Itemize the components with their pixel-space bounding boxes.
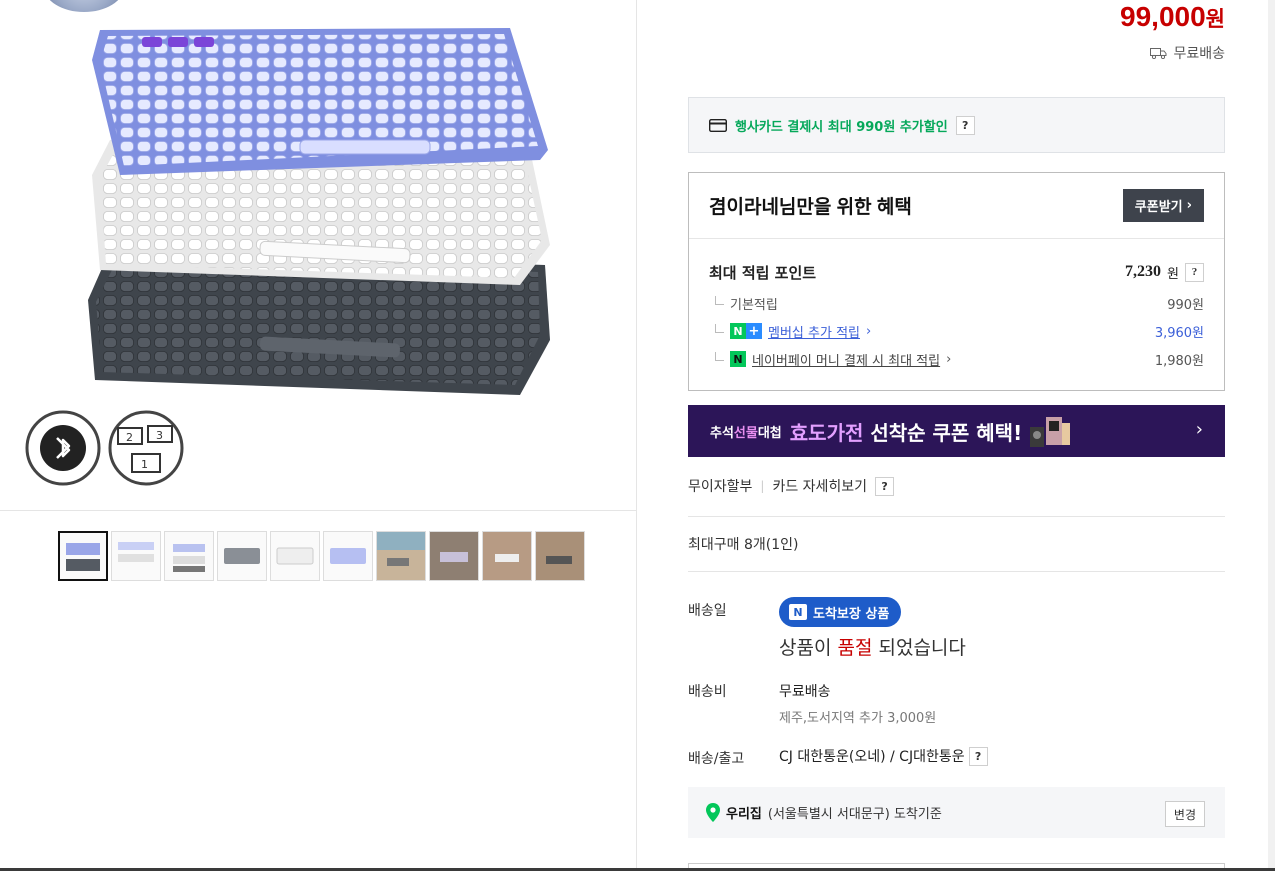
svg-text:2: 2 — [126, 431, 133, 444]
basic-points-value: 990원 — [1167, 297, 1204, 313]
carrier-label: 배송/출고 — [688, 751, 745, 767]
bluetooth-icon — [25, 410, 101, 486]
thumbnail-strip — [58, 531, 585, 581]
chevron-right-icon: › — [1186, 198, 1192, 213]
card-discount-box: 행사카드 결제시 최대 990원 추가할인 ? — [688, 97, 1225, 153]
scrollbar[interactable] — [1268, 0, 1275, 871]
svg-text:1: 1 — [141, 458, 148, 471]
banner-big-a: 효도가전 — [789, 420, 864, 445]
arrival-guarantee-badge[interactable]: N 도착보장 상품 — [779, 597, 902, 627]
divider: | — [760, 479, 765, 493]
thumbnail-2[interactable] — [111, 531, 161, 581]
max-points-label: 최대 적립 포인트 — [709, 263, 817, 282]
chevron-right-icon: › — [946, 351, 952, 367]
multi-device-icon: 2 3 1 — [108, 410, 184, 486]
benefit-title: 겸이라네님만을 위한 혜택 — [709, 197, 912, 218]
shipping-fee-label: 배송비 — [688, 684, 727, 700]
card-detail-link[interactable]: 카드 자세히보기 — [772, 476, 867, 496]
banner-small-a: 추석 — [710, 425, 734, 441]
naverpay-points-link[interactable]: 네이버페이 머니 결제 시 최대 적립 — [752, 350, 940, 369]
chevron-right-icon: › — [1195, 419, 1203, 440]
soldout-a: 상품이 — [779, 637, 838, 659]
thumbnail-1[interactable] — [58, 531, 108, 581]
tree-elbow — [715, 295, 724, 305]
price-number: 99,000 — [1120, 1, 1206, 32]
member-benefit-box: 겸이라네님만을 위한 혜택 쿠폰받기 › 최대 적립 포인트 7,230 원 ? … — [688, 172, 1225, 391]
credit-card-icon — [709, 118, 727, 132]
address-home: 우리집 — [726, 807, 762, 822]
naver-truck-icon: N — [789, 604, 807, 620]
membership-points-row: N + 멤버십 추가 적립 › 3,960원 — [689, 317, 1224, 345]
price: 99,000원 — [1120, 0, 1225, 34]
banner-big-b: 선착순 쿠폰 혜택! — [863, 420, 1023, 445]
banner-small-b: 선물 — [733, 425, 758, 441]
banner-small-text: 추석선물대첩 — [710, 422, 782, 441]
arrival-guarantee-text: 도착보장 상품 — [813, 606, 890, 622]
card-discount-text: 행사카드 결제시 최대 990원 추가할인 — [735, 119, 948, 135]
product-page: 2 3 1 99,000원 무료배송 행사카드 결제시 최대 990원 추가할인… — [0, 0, 1275, 871]
thumbnail-10[interactable] — [535, 531, 585, 581]
membership-points-link[interactable]: 멤버십 추가 적립 — [768, 322, 860, 341]
naver-pay-icon: N — [730, 351, 746, 367]
get-coupon-button[interactable]: 쿠폰받기 › — [1122, 189, 1204, 222]
soldout-b: 품절 — [837, 637, 873, 659]
keyboard-stack-image: 2 3 1 — [25, 28, 550, 486]
basic-points-row: 기본적립 990원 — [689, 289, 1224, 317]
tree-elbow — [715, 351, 724, 361]
thumbnail-3[interactable] — [164, 531, 214, 581]
price-unit: 원 — [1205, 8, 1225, 31]
free-shipping-label: 무료배송 — [1150, 43, 1225, 63]
thumbnail-4[interactable] — [217, 531, 267, 581]
carrier-help-button[interactable]: ? — [968, 746, 988, 766]
installment-label: 무이자할부 — [688, 479, 753, 495]
divider — [688, 571, 1225, 572]
naverpay-points-value: 1,980원 — [1154, 353, 1204, 369]
location-pin-icon — [706, 803, 720, 822]
main-product-image[interactable]: 2 3 1 — [0, 0, 636, 511]
promo-banner[interactable]: 추석선물대첩 효도가전 선착순 쿠폰 혜택! › — [688, 405, 1225, 457]
soldout-message: 상품이 품절 되었습니다 — [779, 633, 966, 660]
delivery-address-box: 우리집 (서울특별시 서대문구) 도착기준 변경 — [688, 787, 1225, 838]
banner-small-c: 대첩 — [757, 425, 782, 441]
card-discount-help-button[interactable]: ? — [955, 115, 975, 135]
svg-text:3: 3 — [156, 429, 163, 442]
thumbnail-5[interactable] — [270, 531, 320, 581]
shipping-text: 무료배송 — [1173, 46, 1225, 62]
thumbnail-6[interactable] — [323, 531, 373, 581]
coupon-button-label: 쿠폰받기 — [1134, 200, 1183, 215]
max-purchase-text: 최대구매 8개(1인) — [688, 537, 799, 553]
points-help-button[interactable]: ? — [1185, 262, 1204, 282]
naverpay-points-row: N 네이버페이 머니 결제 시 최대 적립 › 1,980원 — [689, 345, 1224, 373]
delivery-date-label: 배송일 — [688, 603, 727, 619]
naver-plus-membership-icon: N + — [730, 323, 762, 339]
installment-help-button[interactable]: ? — [875, 476, 895, 496]
banner-big-text: 효도가전 선착순 쿠폰 혜택! — [790, 417, 1022, 446]
max-points-value: 7,230 원 ? — [1125, 262, 1204, 282]
soldout-c: 되었습니다 — [872, 637, 966, 659]
max-points-row: 최대 적립 포인트 7,230 원 ? — [689, 261, 1224, 283]
max-points-number: 7,230 — [1125, 263, 1162, 280]
address-detail: (서울특별시 서대문구) 도착기준 — [767, 807, 942, 822]
truck-icon — [1150, 48, 1167, 59]
shipping-fee-extra: 제주,도서지역 추가 3,000원 — [779, 711, 937, 726]
max-points-unit: 원 — [1167, 266, 1179, 282]
thumbnail-9[interactable] — [482, 531, 532, 581]
divider — [688, 516, 1225, 517]
chevron-right-icon: › — [866, 323, 872, 339]
basic-points-label: 기본적립 — [730, 297, 778, 313]
shipping-fee-value: 무료배송 — [779, 684, 831, 700]
benefit-header: 겸이라네님만을 위한 혜택 쿠폰받기 › — [689, 173, 1224, 239]
carrier-value: CJ 대한통운(오네) / CJ대한통운 — [779, 749, 965, 765]
change-address-button[interactable]: 변경 — [1164, 801, 1205, 827]
appliance-gift-icon — [1030, 417, 1071, 447]
tree-elbow — [715, 323, 724, 333]
membership-points-value: 3,960원 — [1154, 325, 1204, 341]
product-image-panel: 2 3 1 — [0, 0, 637, 871]
installment-row: 무이자할부 | 카드 자세히보기 ? — [688, 476, 895, 496]
lavender-keyboard — [92, 28, 548, 175]
carrier-row: CJ 대한통운(오네) / CJ대한통운 ? — [779, 746, 988, 766]
thumbnail-8[interactable] — [429, 531, 479, 581]
thumbnail-7[interactable] — [376, 531, 426, 581]
